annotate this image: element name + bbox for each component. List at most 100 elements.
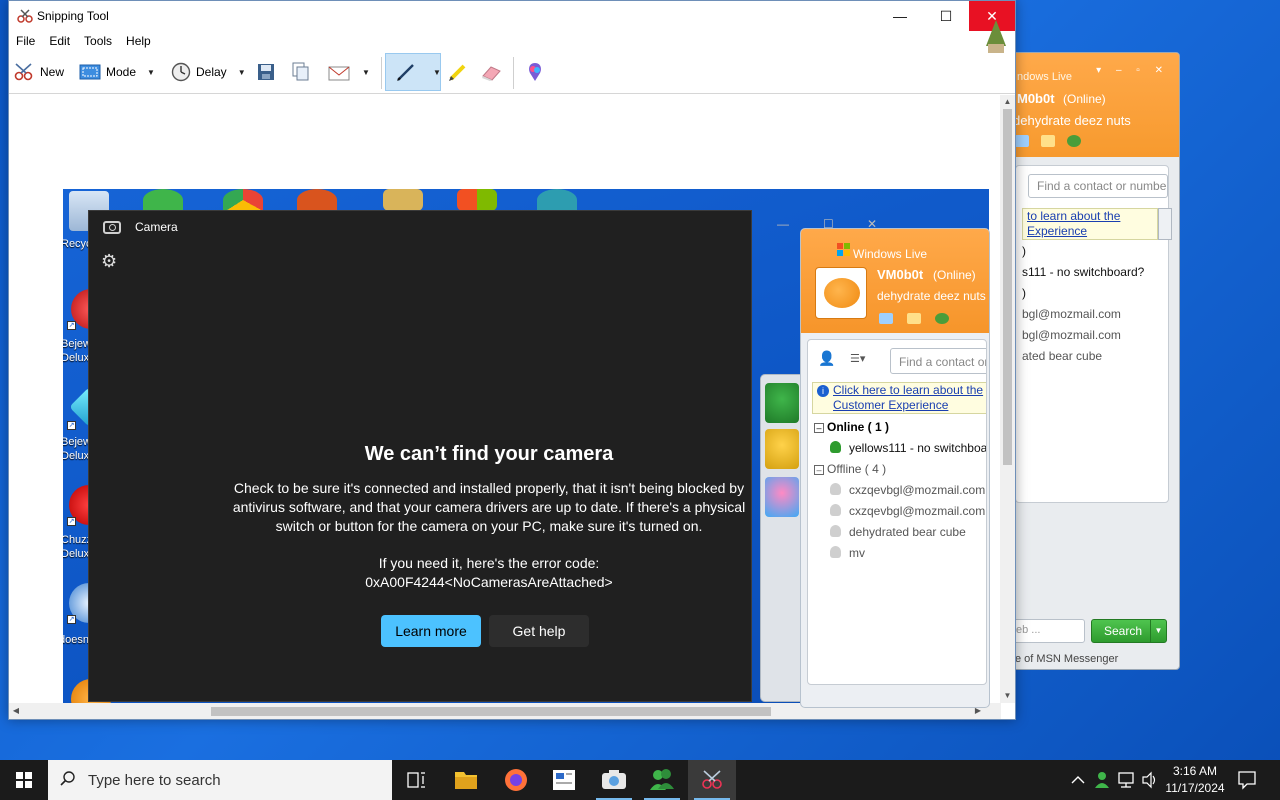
menu-tools[interactable]: Tools [77,31,119,51]
offline-group-header[interactable]: – Offline ( 4 ) [814,462,886,476]
mail-icon[interactable] [879,313,893,324]
paint3d-button[interactable] [525,57,545,87]
background-messenger-window[interactable]: ndows Live ▾ – ▫ ✕ M0b0t (Online) dehydr… [1008,52,1180,670]
maximize-button[interactable]: ☐ [923,1,969,31]
file-explorer-icon[interactable] [442,760,490,800]
search-button-label: Search [1104,624,1143,638]
firefox-icon[interactable] [492,760,540,800]
messenger-username: VM0b0t [877,267,924,282]
mail-icon[interactable] [1015,135,1029,147]
avatar[interactable] [815,267,867,319]
folder-icon[interactable] [907,313,921,324]
notice-line-2[interactable]: Experience [1027,224,1157,239]
collapse-icon[interactable]: – [814,465,824,475]
messenger-brand: ndows Live [1017,71,1073,83]
eraser-button[interactable] [479,57,503,87]
snipping-tool-taskbar-button[interactable] [688,760,736,800]
task-view-icon[interactable] [392,760,440,800]
minimize-button[interactable]: — [877,1,923,31]
system-clock[interactable]: 3:16 AM 11/17/2024 [1160,763,1230,797]
web-search-input[interactable]: eb ... [1013,619,1085,643]
folder-icon[interactable] [1041,135,1055,147]
personal-message[interactable]: dehydrate deez nuts [1013,113,1131,128]
spaces-icon[interactable] [935,313,949,324]
news-app-icon[interactable] [540,760,588,800]
group-online-count: ) [1022,244,1026,258]
taskbar-search-box[interactable]: Type here to search [48,760,392,800]
contact-row[interactable]: dehydrated bear cube [830,525,966,539]
notice-line-1[interactable]: to learn about the [1027,209,1157,224]
learn-more-button[interactable]: Learn more [381,615,481,647]
spaces-icon[interactable] [1067,135,1081,147]
find-contact-input[interactable]: Find a contact or numbe [1028,174,1168,198]
contact-row[interactable]: ated bear cube [1022,349,1102,363]
search-placeholder: Type here to search [88,772,221,789]
customer-experience-notice[interactable]: to learn about the Experience [1022,208,1158,240]
notice-link-2[interactable]: Customer Experience [833,398,948,412]
collapse-icon[interactable]: – [814,423,824,433]
chevron-down-icon[interactable]: ▼ [362,68,370,77]
contact-row[interactable]: cxzqevbgl@mozmail.com [830,483,985,497]
notice-scrollbar[interactable] [1158,208,1172,240]
find-contact-input[interactable]: Find a contact or [890,348,986,374]
online-group-header[interactable]: – Online ( 1 ) [814,420,889,434]
add-contact-icon[interactable]: 👤 [818,350,840,370]
scrollbar-thumb[interactable] [211,707,771,716]
menu-edit[interactable]: Edit [42,31,77,51]
contact-row[interactable]: cxzqevbgl@mozmail.com [830,504,985,518]
pen-tool[interactable] [395,57,417,87]
messenger-status[interactable]: (Online) [933,268,976,282]
scrollbar-thumb[interactable] [1003,109,1012,465]
notification-center-icon[interactable] [1236,760,1258,800]
captured-messenger-window[interactable]: Windows Live VM0b0t (Online) dehydrate d… [800,228,990,708]
personal-message[interactable]: dehydrate deez nuts [877,289,986,303]
title-bar[interactable]: Snipping Tool — ☐ ✕ [9,1,1015,31]
windows-start-icon[interactable] [0,760,48,800]
vertical-scrollbar[interactable]: ▲ ▼ [1000,95,1015,703]
copy-button[interactable] [291,57,311,87]
scroll-down-icon[interactable]: ▼ [1000,689,1015,703]
get-help-button[interactable]: Get help [489,615,589,647]
pen-dropdown[interactable]: ▼ [427,57,441,87]
highlighter-button[interactable] [447,57,469,87]
messenger-brand: Windows Live [853,247,928,261]
new-snip-button[interactable]: New [13,57,64,87]
contact-row[interactable]: mv [830,546,865,560]
list-options-icon[interactable]: ☰▾ [850,352,874,368]
online-group-label: Online ( 1 ) [827,420,890,434]
shortcut-arrow-icon: ↗ [67,615,76,624]
eraser-icon [482,66,501,81]
notice-link-1[interactable]: Click here to learn about the [833,383,983,397]
messenger-tray-icon[interactable] [1092,760,1112,800]
send-snip-button[interactable]: ▼ [327,57,370,87]
contact-row[interactable]: s111 - no switchboard? [1022,265,1144,279]
minimize-button[interactable]: — [777,217,789,231]
search-button[interactable]: Search ▼ [1091,619,1167,643]
settings-gear-icon[interactable]: ⚙ [101,251,121,271]
alerts-bell-icon[interactable] [765,429,799,469]
messenger-status[interactable]: (Online) [1063,92,1106,106]
scroll-up-icon[interactable]: ▲ [1000,95,1015,109]
menu-help[interactable]: Help [119,31,158,51]
contact-row[interactable]: yellows111 - no switchboa [830,441,986,455]
camera-app-window[interactable]: Camera — ☐ ✕ ⚙ We can’t find your camera… [88,210,877,702]
spaces-tab-icon[interactable] [765,477,799,517]
contacts-tab-icon[interactable] [765,383,799,423]
show-hidden-icons-chevron-icon[interactable] [1068,760,1088,800]
mode-button[interactable]: Mode ▼ [79,57,155,87]
scroll-left-icon[interactable]: ◀ [9,703,23,719]
window-buttons[interactable]: ▾ – ▫ ✕ [1096,65,1169,76]
error-description: Check to be sure it's connected and inst… [232,480,746,534]
contact-row[interactable]: bgl@mozmail.com [1022,307,1121,321]
save-button[interactable] [257,57,275,87]
contact-row[interactable]: bgl@mozmail.com [1022,328,1121,342]
network-icon[interactable] [1116,760,1138,800]
chevron-down-icon[interactable]: ▼ [147,68,155,77]
messenger-running [638,760,686,800]
menu-file[interactable]: File [9,31,42,51]
chevron-down-icon[interactable]: ▼ [1150,620,1166,642]
customer-experience-notice[interactable]: i Click here to learn about the Customer… [812,382,986,414]
volume-icon[interactable] [1140,760,1160,800]
chevron-down-icon[interactable]: ▼ [238,68,246,77]
delay-button[interactable]: Delay ▼ [171,57,246,87]
